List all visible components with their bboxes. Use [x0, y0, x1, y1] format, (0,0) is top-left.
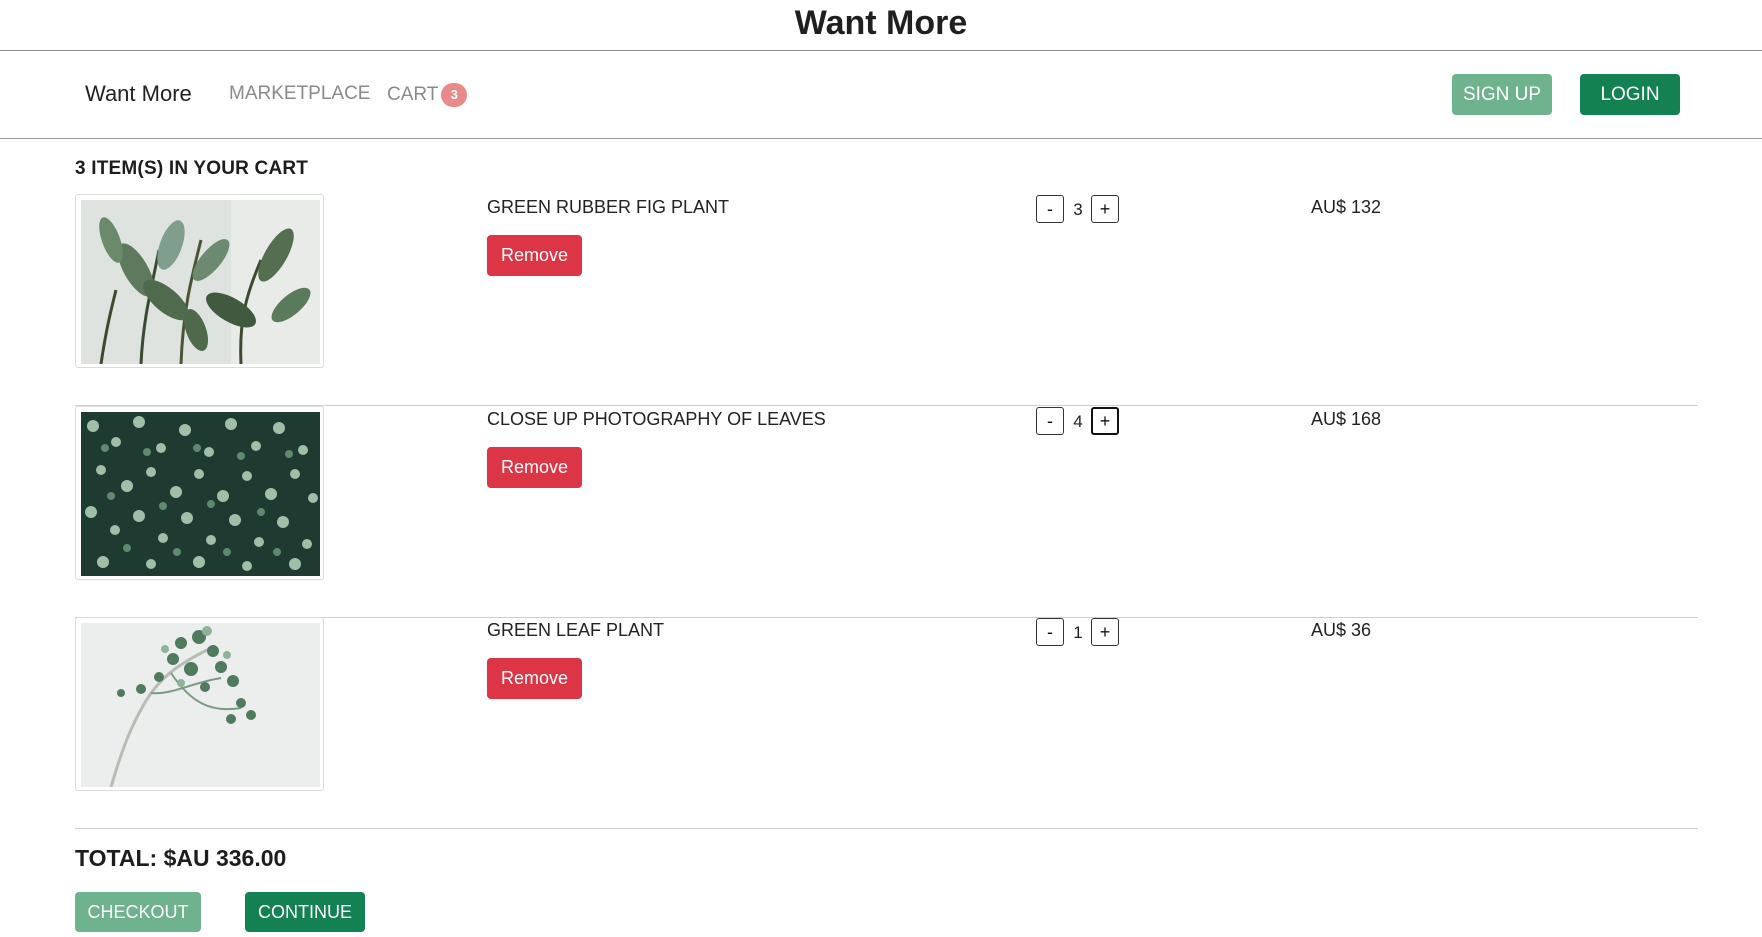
navbar: Want More MARKETPLACE CART 3 SIGN UP LOGI…: [0, 51, 1762, 139]
quantity-value: 3: [1073, 200, 1083, 219]
decrease-quantity-button[interactable]: -: [1036, 618, 1064, 646]
nav-marketplace-link[interactable]: MARKETPLACE: [229, 83, 370, 105]
increase-quantity-button[interactable]: +: [1091, 407, 1119, 435]
product-price: AU$ 132: [1311, 197, 1382, 217]
quantity-value: 1: [1073, 623, 1083, 642]
green-leaf-plant-image: [81, 623, 320, 787]
increase-quantity-button[interactable]: +: [1091, 195, 1119, 223]
product-name: CLOSE UP PHOTOGRAPHY OF LEAVES: [487, 409, 826, 429]
checkout-button[interactable]: CHECKOUT: [75, 892, 201, 932]
cart-item: CLOSE UP PHOTOGRAPHY OF LEAVES Remove - …: [75, 406, 1698, 618]
product-price: AU$ 36: [1311, 620, 1372, 640]
product-image: [75, 617, 324, 791]
nav-brand[interactable]: Want More: [85, 81, 192, 107]
cart-heading: 3 ITEM(S) IN YOUR CART: [75, 158, 309, 179]
remove-button[interactable]: Remove: [487, 235, 582, 276]
continue-shopping-button[interactable]: CONTINUE: [245, 892, 365, 932]
increase-quantity-button[interactable]: +: [1091, 618, 1119, 646]
nav-cart-label: CART: [387, 84, 439, 106]
cart-count-badge: 3: [441, 83, 468, 107]
cart-item: GREEN LEAF PLANT Remove - 1 + AU$ 36: [75, 617, 1698, 829]
decrease-quantity-button[interactable]: -: [1036, 195, 1064, 223]
login-button[interactable]: LOGIN: [1580, 74, 1680, 115]
product-name: GREEN RUBBER FIG PLANT: [487, 197, 730, 217]
leaves-closeup-image: [81, 412, 320, 576]
product-price: AU$ 168: [1311, 409, 1382, 429]
cart-total: TOTAL: $AU 336.00: [75, 845, 287, 871]
rubber-fig-plant-image: [81, 200, 320, 364]
signup-button[interactable]: SIGN UP: [1452, 74, 1552, 115]
remove-button[interactable]: Remove: [487, 658, 582, 699]
remove-button[interactable]: Remove: [487, 447, 582, 488]
site-title: Want More: [0, 0, 1762, 51]
product-image: [75, 194, 324, 368]
cart-item: GREEN RUBBER FIG PLANT Remove - 3 + AU$ …: [75, 194, 1698, 406]
product-image: [75, 406, 324, 580]
decrease-quantity-button[interactable]: -: [1036, 407, 1064, 435]
quantity-value: 4: [1073, 412, 1083, 431]
product-name: GREEN LEAF PLANT: [487, 620, 665, 640]
nav-cart-link[interactable]: CART 3: [387, 83, 468, 107]
